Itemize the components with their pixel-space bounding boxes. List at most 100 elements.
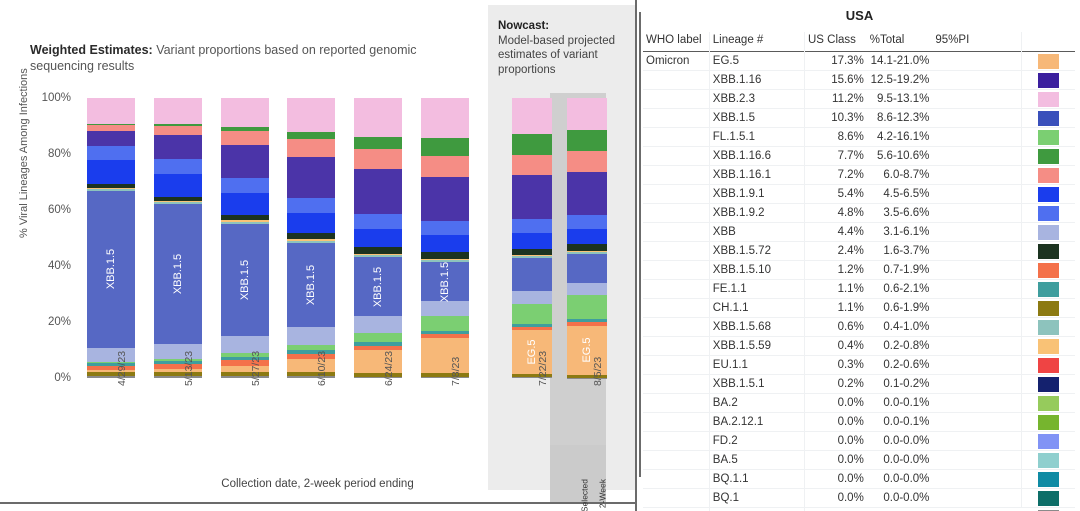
stacked-bar[interactable] — [87, 98, 135, 378]
stacked-bar[interactable] — [512, 98, 552, 378]
table-row[interactable]: XBB.1.16.6 7.7% 5.6-10.6% — [643, 146, 1075, 166]
bar-segment[interactable] — [354, 148, 402, 170]
bar-segment[interactable] — [154, 173, 202, 197]
bar-segment[interactable] — [421, 137, 469, 156]
table-row[interactable]: XBB.1.9.2 4.8% 3.5-6.6% — [643, 203, 1075, 223]
bar-segment[interactable] — [87, 146, 135, 161]
table-row[interactable]: CH.1.1 1.1% 0.6-1.9% — [643, 298, 1075, 318]
bar-segment[interactable] — [354, 136, 402, 149]
bar-segment[interactable] — [421, 316, 469, 331]
y-axis-tick: 60% — [47, 204, 71, 216]
bar-segment[interactable] — [354, 169, 402, 215]
bar-segment[interactable] — [287, 197, 335, 214]
stacked-bar[interactable] — [287, 98, 335, 378]
bar-segment[interactable] — [87, 131, 135, 147]
bar-segment[interactable] — [87, 98, 135, 125]
bar-segment[interactable] — [567, 151, 607, 172]
bar-segment[interactable] — [512, 290, 552, 305]
bar-segment[interactable] — [421, 155, 469, 177]
cell-lineage: XBB.1.9.1 — [708, 184, 805, 204]
table-row[interactable]: BA.2.12.1 0.0% 0.0-0.1% — [643, 412, 1075, 432]
bar-segment[interactable] — [567, 98, 607, 130]
bar-segment[interactable] — [154, 125, 202, 136]
bar-segment[interactable] — [354, 246, 402, 254]
bar-segment[interactable] — [287, 326, 335, 345]
table-row[interactable]: XBB.1.5 10.3% 8.6-12.3% — [643, 108, 1075, 128]
table-row[interactable]: XBB.1.5.68 0.6% 0.4-1.0% — [643, 317, 1075, 337]
bar-segment[interactable] — [287, 98, 335, 133]
table-row[interactable]: XBB.1.16 15.6% 12.5-19.2% — [643, 70, 1075, 90]
bar-segment[interactable] — [512, 174, 552, 220]
bar-segment[interactable] — [154, 98, 202, 124]
table-row[interactable]: XBB.2.3 11.2% 9.5-13.1% — [643, 89, 1075, 109]
bar-segment[interactable] — [421, 221, 469, 236]
stacked-bar[interactable] — [354, 98, 402, 378]
bar-segment[interactable] — [154, 204, 202, 345]
table-row[interactable]: BA.2 0.0% 0.0-0.1% — [643, 393, 1075, 413]
table-row[interactable]: XBB.1.5.1 0.2% 0.1-0.2% — [643, 374, 1075, 394]
table-row[interactable]: FE.1.1 1.1% 0.6-2.1% — [643, 279, 1075, 299]
table-row[interactable]: XBB.1.9.1 5.4% 4.5-6.5% — [643, 184, 1075, 204]
table-row[interactable]: BQ.1 0.0% 0.0-0.0% — [643, 488, 1075, 508]
bar-segment[interactable] — [421, 176, 469, 222]
table-row[interactable]: XBB.1.5.10 1.2% 0.7-1.9% — [643, 260, 1075, 280]
stacked-bar[interactable] — [421, 98, 469, 378]
bar-segment[interactable] — [221, 130, 269, 145]
bar-segment[interactable] — [512, 232, 552, 249]
bar-segment[interactable] — [512, 134, 552, 155]
bar-segment[interactable] — [567, 282, 607, 296]
table-row[interactable]: XBB.1.16.1 7.2% 6.0-8.7% — [643, 165, 1075, 185]
bar-segment[interactable] — [421, 98, 469, 138]
bar-segment[interactable] — [221, 98, 269, 127]
stacked-bar[interactable] — [154, 98, 202, 378]
bar-segment[interactable] — [354, 228, 402, 247]
bar-segment[interactable] — [512, 98, 552, 135]
table-row[interactable]: Omicron EG.5 17.3% 14.1-21.0% — [643, 51, 1075, 71]
stacked-bar[interactable] — [221, 98, 269, 378]
table-row[interactable]: FD.2 0.0% 0.0-0.0% — [643, 431, 1075, 451]
bar-segment[interactable] — [221, 178, 269, 194]
bar-segment[interactable] — [87, 190, 135, 348]
table-row[interactable]: XBB.1.5.59 0.4% 0.2-0.8% — [643, 336, 1075, 356]
bar-segment[interactable] — [154, 159, 202, 174]
bar-segment[interactable] — [354, 214, 402, 229]
table-row[interactable]: EU.1.1 0.3% 0.2-0.6% — [643, 355, 1075, 375]
bar-segment[interactable] — [567, 295, 607, 320]
bar-segment[interactable] — [567, 253, 607, 283]
bar-segment[interactable] — [287, 157, 335, 198]
bar-segment[interactable] — [287, 213, 335, 234]
bar-segment[interactable] — [567, 228, 607, 245]
table-row[interactable]: XBB 4.4% 3.1-6.1% — [643, 222, 1075, 242]
bar-segment[interactable] — [221, 144, 269, 179]
bar-segment[interactable] — [221, 193, 269, 216]
bar-segment[interactable] — [512, 219, 552, 233]
table-row[interactable]: OtherOther*0.1%0.0-0.1% — [643, 507, 1075, 511]
bar-segment[interactable] — [421, 262, 469, 302]
bar-segment[interactable] — [221, 223, 269, 336]
bar-segment[interactable] — [567, 129, 607, 152]
bar-segment[interactable] — [154, 135, 202, 160]
bar-segment[interactable] — [512, 248, 552, 256]
bar-segment[interactable] — [512, 304, 552, 324]
bar-segment[interactable] — [512, 154, 552, 175]
bar-segment[interactable] — [287, 132, 335, 140]
bar-segment[interactable] — [567, 171, 607, 216]
bar-segment[interactable] — [354, 98, 402, 137]
bar-segment[interactable] — [421, 251, 469, 259]
bar-segment[interactable] — [512, 258, 552, 291]
bar-segment[interactable] — [287, 139, 335, 158]
bar-segment[interactable] — [421, 235, 469, 252]
bar-segment[interactable] — [421, 301, 469, 317]
bar-segment[interactable] — [287, 242, 335, 327]
table-row[interactable]: BQ.1.1 0.0% 0.0-0.0% — [643, 469, 1075, 489]
table-row[interactable]: BA.5 0.0% 0.0-0.0% — [643, 450, 1075, 470]
bar-segment[interactable] — [87, 160, 135, 185]
bar-segment[interactable] — [354, 257, 402, 317]
table-row[interactable]: FL.1.5.1 8.6% 4.2-16.1% — [643, 127, 1075, 147]
bar-segment[interactable] — [354, 316, 402, 333]
stacked-bar[interactable] — [567, 98, 607, 378]
bar-segment[interactable] — [354, 332, 402, 343]
table-row[interactable]: XBB.1.5.72 2.4% 1.6-3.7% — [643, 241, 1075, 261]
bar-segment[interactable] — [567, 215, 607, 229]
bar-segment[interactable] — [567, 244, 607, 251]
